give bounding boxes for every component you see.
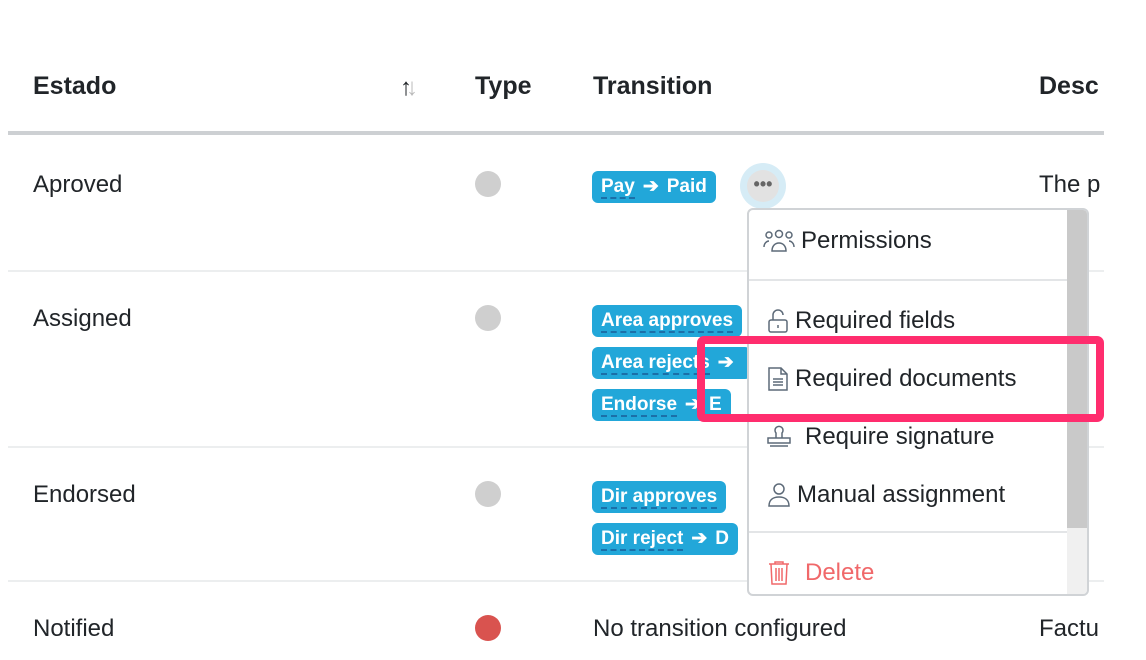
transition-from: Endorse bbox=[601, 394, 678, 417]
ellipsis-icon: ••• bbox=[747, 170, 779, 202]
more-options-button[interactable]: ••• bbox=[740, 163, 786, 209]
no-transition-text: No transition configured bbox=[593, 615, 847, 642]
transition-badge[interactable]: Dir reject ➔ D bbox=[592, 523, 739, 555]
transition-from: Dir reject bbox=[601, 528, 684, 551]
transition-badge[interactable]: Area approves bbox=[592, 305, 743, 337]
user-icon bbox=[768, 483, 790, 507]
estado-cell: Assigned bbox=[33, 305, 132, 332]
description-cell: The p bbox=[1039, 171, 1101, 198]
column-header-description[interactable]: Desc bbox=[1039, 72, 1104, 101]
estado-cell: Aproved bbox=[33, 171, 123, 198]
sort-icon[interactable]: ↑↓ bbox=[400, 74, 418, 102]
transition-badge[interactable]: Dir approves bbox=[592, 481, 727, 513]
estado-cell: Endorsed bbox=[33, 481, 136, 508]
menu-item-delete[interactable]: Delete bbox=[767, 559, 874, 587]
trash-icon bbox=[769, 561, 789, 585]
type-indicator bbox=[475, 171, 501, 197]
column-header-estado[interactable]: Estado bbox=[33, 72, 116, 101]
menu-divider bbox=[749, 279, 1069, 281]
highlight-box bbox=[697, 336, 1104, 422]
transition-from: Dir approves bbox=[601, 486, 718, 509]
transition-from: Pay bbox=[601, 176, 635, 199]
menu-divider bbox=[749, 531, 1069, 533]
transition-to: Paid bbox=[666, 176, 707, 197]
column-header-transition[interactable]: Transition bbox=[593, 72, 712, 101]
header-divider bbox=[8, 131, 1104, 135]
transition-from: Area rejects bbox=[601, 352, 710, 375]
menu-item-label: Required fields bbox=[795, 307, 956, 334]
type-indicator bbox=[475, 481, 501, 507]
users-icon bbox=[763, 229, 795, 252]
menu-item-label: Require signature bbox=[805, 423, 995, 450]
menu-item-required-fields[interactable]: Required fields bbox=[767, 307, 955, 335]
menu-item-label: Delete bbox=[805, 559, 875, 586]
estado-cell: Notified bbox=[33, 615, 115, 642]
stamp-icon bbox=[767, 425, 791, 447]
description-cell: Factu bbox=[1039, 615, 1100, 642]
transition-to: D bbox=[715, 528, 730, 549]
menu-item-require-signature[interactable]: Require signature bbox=[765, 423, 994, 451]
menu-item-label: Manual assignment bbox=[797, 481, 1006, 508]
menu-item-permissions[interactable]: Permissions bbox=[763, 227, 932, 255]
type-indicator bbox=[475, 615, 501, 641]
menu-item-label: Permissions bbox=[801, 227, 932, 254]
type-indicator bbox=[475, 305, 501, 331]
column-header-type[interactable]: Type bbox=[475, 72, 532, 101]
arrow-right-icon: ➔ bbox=[691, 528, 708, 549]
transition-badge[interactable]: Pay ➔ Paid bbox=[592, 171, 716, 203]
transition-from: Area approves bbox=[601, 310, 734, 333]
unlock-icon bbox=[768, 309, 788, 333]
menu-item-manual-assignment[interactable]: Manual assignment bbox=[767, 481, 1005, 509]
arrow-right-icon: ➔ bbox=[642, 176, 659, 197]
